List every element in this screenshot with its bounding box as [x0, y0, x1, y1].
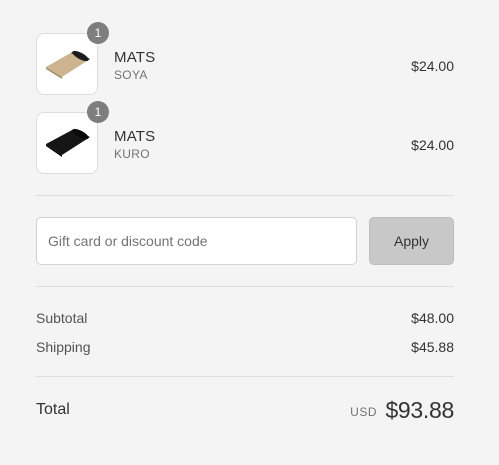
quantity-badge: 1: [87, 101, 109, 123]
subtotal-row: Subtotal $48.00: [36, 310, 454, 330]
line-item: 1 MATS KURO $24.00: [36, 101, 454, 176]
divider: [36, 286, 454, 287]
yoga-mat-icon: [46, 50, 90, 79]
product-price: $24.00: [411, 137, 454, 153]
shipping-label: Shipping: [36, 339, 91, 355]
divider: [36, 195, 454, 196]
yoga-mat-icon: [46, 128, 90, 157]
product-name: MATS: [114, 49, 156, 66]
divider: [36, 376, 454, 377]
shipping-row: Shipping $45.88: [36, 339, 454, 359]
total-amount: $93.88: [385, 397, 454, 423]
total-label: Total: [36, 401, 70, 418]
shipping-value: $45.88: [411, 339, 454, 355]
currency-code: USD: [350, 405, 377, 419]
quantity-badge: 1: [87, 22, 109, 44]
subtotal-value: $48.00: [411, 310, 454, 326]
product-name: MATS: [114, 128, 156, 145]
subtotal-label: Subtotal: [36, 310, 88, 326]
discount-code-input[interactable]: [36, 217, 357, 265]
line-item: 1 MATS SOYA $24.00: [36, 22, 454, 97]
total-row: Total USD $93.88: [36, 396, 454, 426]
product-thumbnail: [36, 33, 98, 95]
product-price: $24.00: [411, 58, 454, 74]
product-variant: KURO: [114, 147, 150, 161]
apply-button[interactable]: Apply: [369, 217, 454, 265]
product-thumbnail: [36, 112, 98, 174]
product-variant: SOYA: [114, 68, 148, 82]
